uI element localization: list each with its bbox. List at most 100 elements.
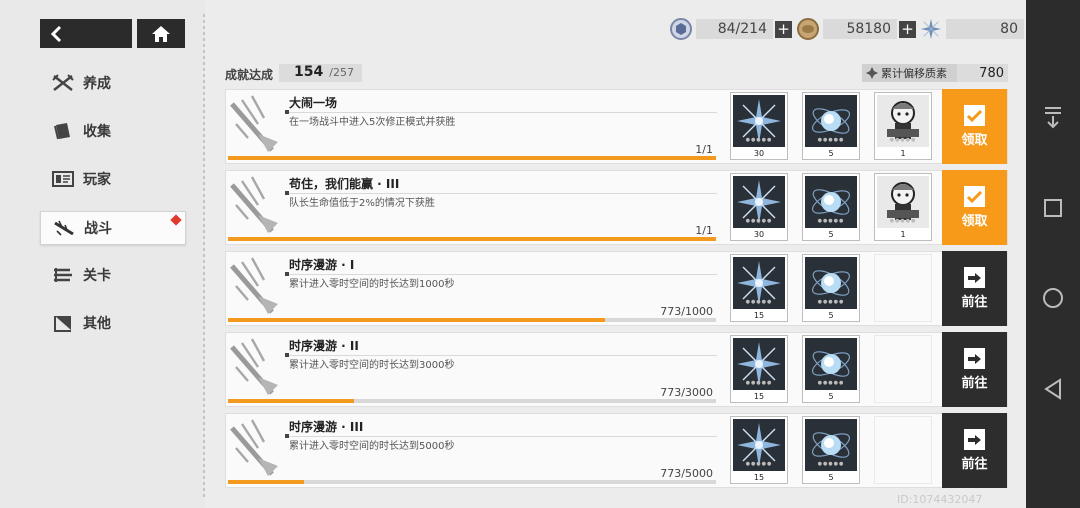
rarity-stars: ●●●●● (817, 137, 845, 143)
rarity-stars: ●●●●● (817, 299, 845, 305)
coin-counter: 58180 + (797, 18, 916, 40)
home-button[interactable] (137, 19, 185, 48)
task-row: 时序漫游 · I 累计进入零时空间的时长达到1000秒 773/1000 ●●●●● 1… (225, 251, 1008, 326)
task-progress-text: 773/1000 (660, 305, 713, 318)
rifle-emblem-icon (228, 256, 284, 318)
task-progress-text: 1/1 (695, 224, 713, 237)
square-icon (1044, 199, 1062, 217)
back-nav-button[interactable] (1026, 378, 1080, 400)
task-progress-text: 773/3000 (660, 386, 713, 399)
sidebar-item-stages[interactable]: 关卡 (40, 258, 186, 292)
add-stamina-button[interactable]: + (775, 20, 792, 38)
task-progress-bar (228, 480, 716, 484)
task-description: 在一场战斗中进入5次修正模式并获胜 (289, 117, 456, 128)
reward-item[interactable]: ●●●●● 30 (730, 92, 788, 160)
task-row: 苟住，我们能赢 · III 队长生命值低于2%的情况下获胜 1/1 ●●●●● 30 ●●… (225, 170, 1008, 245)
task-progress-text: 773/5000 (660, 467, 713, 480)
reward-quantity: 30 (753, 149, 765, 158)
achievement-total: /257 (329, 66, 354, 79)
rifle-emblem-icon (228, 418, 284, 480)
claim-button[interactable]: 领取 (942, 170, 1007, 245)
menu-button[interactable] (1026, 105, 1080, 129)
sidebar-item-label: 收集 (83, 124, 111, 140)
reward-quantity: 15 (753, 392, 765, 401)
claim-button[interactable]: 领取 (942, 89, 1007, 164)
rarity-stars: ●●●●● (817, 380, 845, 386)
action-label: 领取 (961, 214, 988, 229)
stamina-value: 84/214 (696, 19, 773, 39)
task-title: 时序漫游 · II (289, 339, 359, 353)
reward-item[interactable]: ●●●●● 5 (802, 416, 860, 484)
task-progress-fill (228, 399, 354, 403)
task-row: 时序漫游 · III 累计进入零时空间的时长达到5000秒 773/5000 ●●●●… (225, 413, 1008, 488)
reward-item[interactable]: ●●●●● 5 (802, 173, 860, 241)
achievement-count: 154 (294, 64, 324, 80)
sidebar-item-training[interactable]: 养成 (40, 66, 186, 100)
reward-item[interactable]: ●●●●● 15 (730, 416, 788, 484)
reward-quantity: 15 (753, 311, 765, 320)
add-coin-button[interactable]: + (899, 20, 916, 38)
recents-button[interactable] (1026, 198, 1080, 218)
reward-item[interactable]: ●●●●● 15 (730, 335, 788, 403)
reward-quantity: 15 (753, 473, 765, 482)
sidebar-item-collection[interactable]: 收集 (40, 114, 186, 148)
reward-quantity: 1 (900, 149, 906, 158)
flag-icon (52, 314, 74, 332)
goto-button[interactable]: 前往 (942, 332, 1007, 407)
rarity-stars: ●●●●● (745, 299, 773, 305)
rifle-icon (53, 219, 75, 237)
rifle-emblem-icon (228, 175, 284, 237)
reward-quantity: 30 (753, 230, 765, 239)
id-card-icon (52, 170, 74, 188)
rarity-stars: ●●●●● (745, 137, 773, 143)
task-progress-bar (228, 156, 716, 160)
reward-quantity: 5 (828, 392, 834, 401)
task-progress-fill (228, 318, 606, 322)
coin-icon (797, 18, 819, 40)
task-row: 时序漫游 · II 累计进入零时空间的时长达到3000秒 773/3000 ●●●●●… (225, 332, 1008, 407)
arrow-right-icon (964, 267, 985, 288)
checkmark-icon (964, 105, 985, 126)
reward-item[interactable]: ●●●●● 15 (730, 254, 788, 322)
back-button[interactable] (40, 19, 132, 48)
rarity-stars: ●●●●● (745, 461, 773, 467)
goto-button[interactable]: 前往 (942, 413, 1007, 488)
sidebar-item-label: 其他 (83, 316, 111, 332)
sidebar-item-label: 关卡 (83, 268, 111, 284)
reward-quantity: 5 (828, 311, 834, 320)
task-progress-fill (228, 237, 716, 241)
reward-item[interactable]: ●●●●● 1 (874, 173, 932, 241)
sidebar-item-combat[interactable]: 战斗 (40, 211, 186, 245)
book-icon (52, 122, 74, 140)
task-description: 累计进入零时空间的时长达到1000秒 (289, 279, 455, 290)
map-icon (52, 266, 74, 284)
sidebar-item-label: 战斗 (84, 221, 112, 237)
arrow-right-icon (964, 429, 985, 450)
action-label: 前往 (961, 457, 988, 472)
pull-down-icon (1045, 107, 1061, 129)
rifle-emblem-icon (228, 94, 284, 156)
goto-button[interactable]: 前往 (942, 251, 1007, 326)
reward-item[interactable]: ●●●●● 5 (802, 335, 860, 403)
crystal-icon (920, 18, 942, 40)
sidebar-item-player[interactable]: 玩家 (40, 162, 186, 196)
rarity-stars: ●●●●● (889, 137, 917, 143)
reward-item[interactable]: ●●●●● 1 (874, 92, 932, 160)
reward-item[interactable]: ●●●●● 30 (730, 173, 788, 241)
reward-item[interactable]: ●●●●● 5 (802, 254, 860, 322)
offset-label-box: 累计偏移质素 (862, 64, 957, 82)
rarity-stars: ●●●●● (817, 461, 845, 467)
rarity-stars: ●●●●● (745, 380, 773, 386)
user-id: ID:1074432047 (897, 493, 983, 506)
stamina-counter: 84/214 + (670, 18, 792, 40)
sidebar-item-other[interactable]: 其他 (40, 306, 186, 340)
reward-quantity: 5 (828, 149, 834, 158)
rarity-stars: ●●●●● (817, 218, 845, 224)
achievement-counter: 154 /257 (279, 64, 362, 82)
task-progress-bar (228, 399, 716, 403)
home-nav-button[interactable] (1026, 287, 1080, 309)
offset-icon (866, 67, 878, 79)
action-label: 前往 (961, 376, 988, 391)
sidebar: 养成 收集 玩家 战斗 关卡 其他 (0, 0, 205, 508)
reward-item[interactable]: ●●●●● 5 (802, 92, 860, 160)
